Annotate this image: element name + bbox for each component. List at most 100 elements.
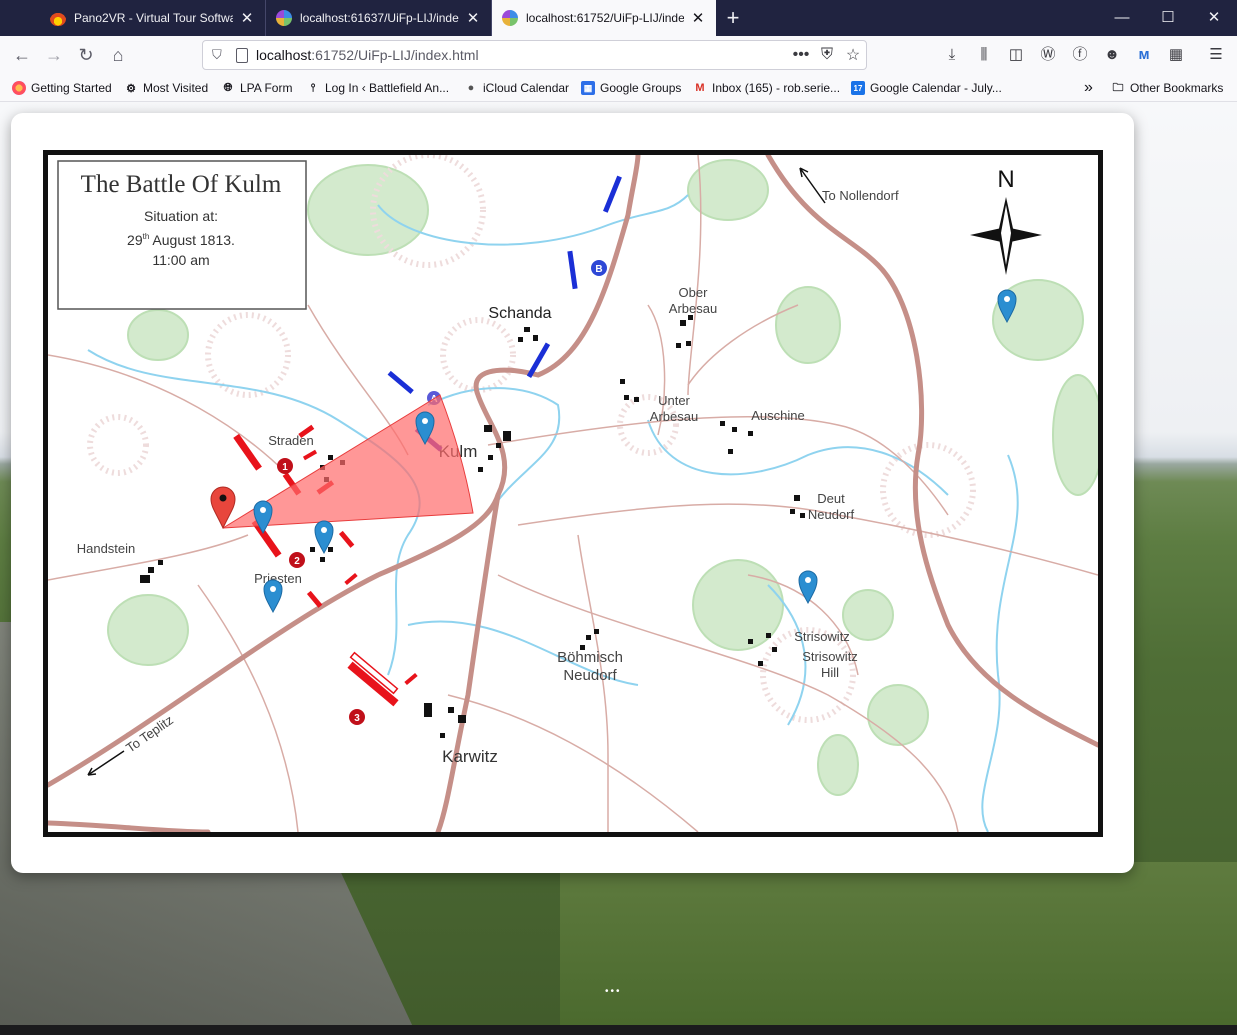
hotspot-pin-dot: [260, 507, 266, 513]
folder-icon: 🗀︎: [1112, 81, 1124, 94]
building: [518, 337, 523, 342]
bookmark-google-groups[interactable]: ▦ Google Groups: [581, 79, 681, 97]
home-button[interactable]: ⌂: [104, 41, 132, 69]
building: [328, 547, 333, 552]
reload-button[interactable]: ↻: [72, 41, 100, 69]
french-unit: [404, 672, 418, 686]
maximize-button[interactable]: ☐: [1145, 0, 1191, 36]
battle-map-svg: The Battle Of Kulm Situation at: 29th Au…: [48, 155, 1098, 832]
hill: [205, 312, 291, 398]
close-icon[interactable]: ✕: [239, 9, 255, 27]
gmail-icon: M: [695, 82, 705, 94]
map-popup-card: The Battle Of Kulm Situation at: 29th Au…: [11, 113, 1134, 873]
globe-icon: [502, 10, 518, 26]
bookmark-battlefield[interactable]: ⫯ Log In ‹ Battlefield An...: [306, 79, 449, 97]
building: [440, 733, 445, 738]
other-bookmarks-folder[interactable]: 🗀︎ Other Bookmarks: [1111, 79, 1224, 97]
apple-icon: ●: [467, 82, 475, 94]
building: [586, 635, 591, 640]
bookmarks-overflow-button[interactable]: »: [1084, 79, 1093, 97]
page-icon: [236, 47, 248, 63]
navigation-toolbar: ← → ↻ ⌂ ⛉ localhost:61752/UiFp-LIJ/index…: [0, 36, 1237, 74]
minor-road: [197, 584, 299, 832]
bookmark-google-calendar[interactable]: 17 Google Calendar - July...: [851, 79, 1002, 97]
close-window-button[interactable]: ✕: [1191, 0, 1237, 36]
place-label-strisowitz: Strisowitz: [794, 629, 850, 644]
woods: [307, 164, 429, 256]
download-icon[interactable]: ⤓: [942, 45, 962, 65]
tab-localhost-61752[interactable]: localhost:61752/UiFp-LIJ/index. ✕: [492, 0, 716, 36]
compass-rose: N: [970, 166, 1042, 275]
allied-unit: [567, 250, 578, 290]
extension-fd-icon[interactable]: ⓕ: [1070, 45, 1090, 65]
woods: [867, 684, 929, 746]
back-button[interactable]: ←: [8, 41, 36, 69]
building: [794, 495, 800, 501]
arrow-left-icon: ←: [13, 45, 31, 65]
extension-grid-icon[interactable]: ▦: [1166, 45, 1186, 65]
close-icon[interactable]: ✕: [465, 9, 481, 27]
building: [624, 395, 629, 400]
place-label-unter-arbesau: Arbesau: [650, 409, 698, 424]
bookmark-star-icon[interactable]: ☆: [840, 45, 866, 65]
arrow-right-icon: →: [45, 45, 63, 65]
extension-m-icon[interactable]: м: [1134, 45, 1154, 65]
menu-icon[interactable]: ☰: [1206, 45, 1226, 65]
panorama-nav-dots[interactable]: •••: [605, 986, 622, 997]
bookmark-label: Google Groups: [600, 81, 682, 95]
bookmark-label: Log In ‹ Battlefield An...: [325, 81, 450, 95]
pocket-icon[interactable]: ⛨: [814, 46, 840, 64]
os-taskbar: [0, 1025, 1237, 1035]
hotspot-pins: [210, 289, 1017, 614]
unit-marker-3-label: 3: [354, 713, 360, 724]
bookmark-lpa-form[interactable]: 🌐︎ LPA Form: [221, 79, 293, 97]
unit-marker-1-label: 1: [282, 462, 288, 473]
sidebar-icon[interactable]: ◫: [1006, 45, 1026, 65]
place-label-bohmisch: Böhmisch: [557, 649, 623, 666]
current-location-pin-icon[interactable]: [210, 486, 236, 530]
place-label-deut: Deut: [817, 491, 845, 506]
forward-button[interactable]: →: [40, 41, 68, 69]
pin-icon: ⫯: [310, 81, 316, 94]
allied-unit: [387, 370, 414, 394]
bookmark-icloud-calendar[interactable]: ● iCloud Calendar: [464, 79, 569, 97]
flame-icon: [50, 10, 66, 26]
hotspot-pin-icon[interactable]: [798, 570, 818, 605]
bookmark-getting-started[interactable]: Getting Started: [12, 79, 112, 97]
gear-icon: ⚙: [126, 82, 136, 95]
minimize-button[interactable]: —: [1099, 0, 1145, 36]
woods: [127, 309, 189, 361]
building: [458, 715, 466, 723]
bookmarks-toolbar: Getting Started ⚙ Most Visited 🌐︎ LPA Fo…: [0, 74, 1237, 102]
date-suffix: th: [143, 232, 150, 241]
unit-marker-b-label: B: [595, 264, 602, 275]
shield-icon[interactable]: ⛉: [212, 47, 226, 63]
unit-marker-2-label: 2: [294, 556, 300, 567]
wordpress-icon[interactable]: Ⓦ: [1038, 45, 1058, 65]
tab-pano2vr[interactable]: Pano2VR - Virtual Tour Software ✕: [40, 0, 266, 36]
url-host: localhost: [256, 47, 312, 63]
situation-label: Situation at:: [144, 208, 218, 224]
bookmark-label: LPA Form: [240, 81, 293, 95]
account-icon[interactable]: ☻: [1102, 45, 1122, 65]
page-actions-button[interactable]: •••: [788, 46, 814, 64]
place-label-auschine: Auschine: [751, 408, 804, 423]
allied-unit: [603, 175, 622, 213]
reload-icon: ↻: [78, 45, 94, 65]
bookmark-gmail-inbox[interactable]: M Inbox (165) - rob.serie...: [693, 79, 840, 97]
building: [503, 431, 511, 441]
river: [981, 454, 1019, 832]
library-icon[interactable]: ⫼: [974, 45, 994, 65]
place-label-straden: Straden: [268, 433, 314, 448]
url-bar[interactable]: ⛉ localhost:61752/UiFp-LIJ/index.html ••…: [202, 40, 867, 70]
tab-title: localhost:61752/UiFp-LIJ/index.: [526, 11, 684, 25]
building: [772, 647, 777, 652]
place-label-karwitz: Karwitz: [442, 747, 498, 766]
url-text[interactable]: localhost:61752/UiFp-LIJ/index.html: [256, 47, 788, 63]
panorama-viewport[interactable]: ••• The Battle Of Kulm Situation at: 29t…: [0, 102, 1237, 1025]
new-tab-button[interactable]: +: [720, 5, 746, 31]
tab-localhost-61637[interactable]: localhost:61637/UiFp-LIJ/index. ✕: [266, 0, 492, 36]
close-icon[interactable]: ✕: [690, 9, 706, 27]
hotspot-pin-icon[interactable]: [263, 579, 283, 614]
bookmark-most-visited[interactable]: ⚙ Most Visited: [124, 79, 208, 97]
